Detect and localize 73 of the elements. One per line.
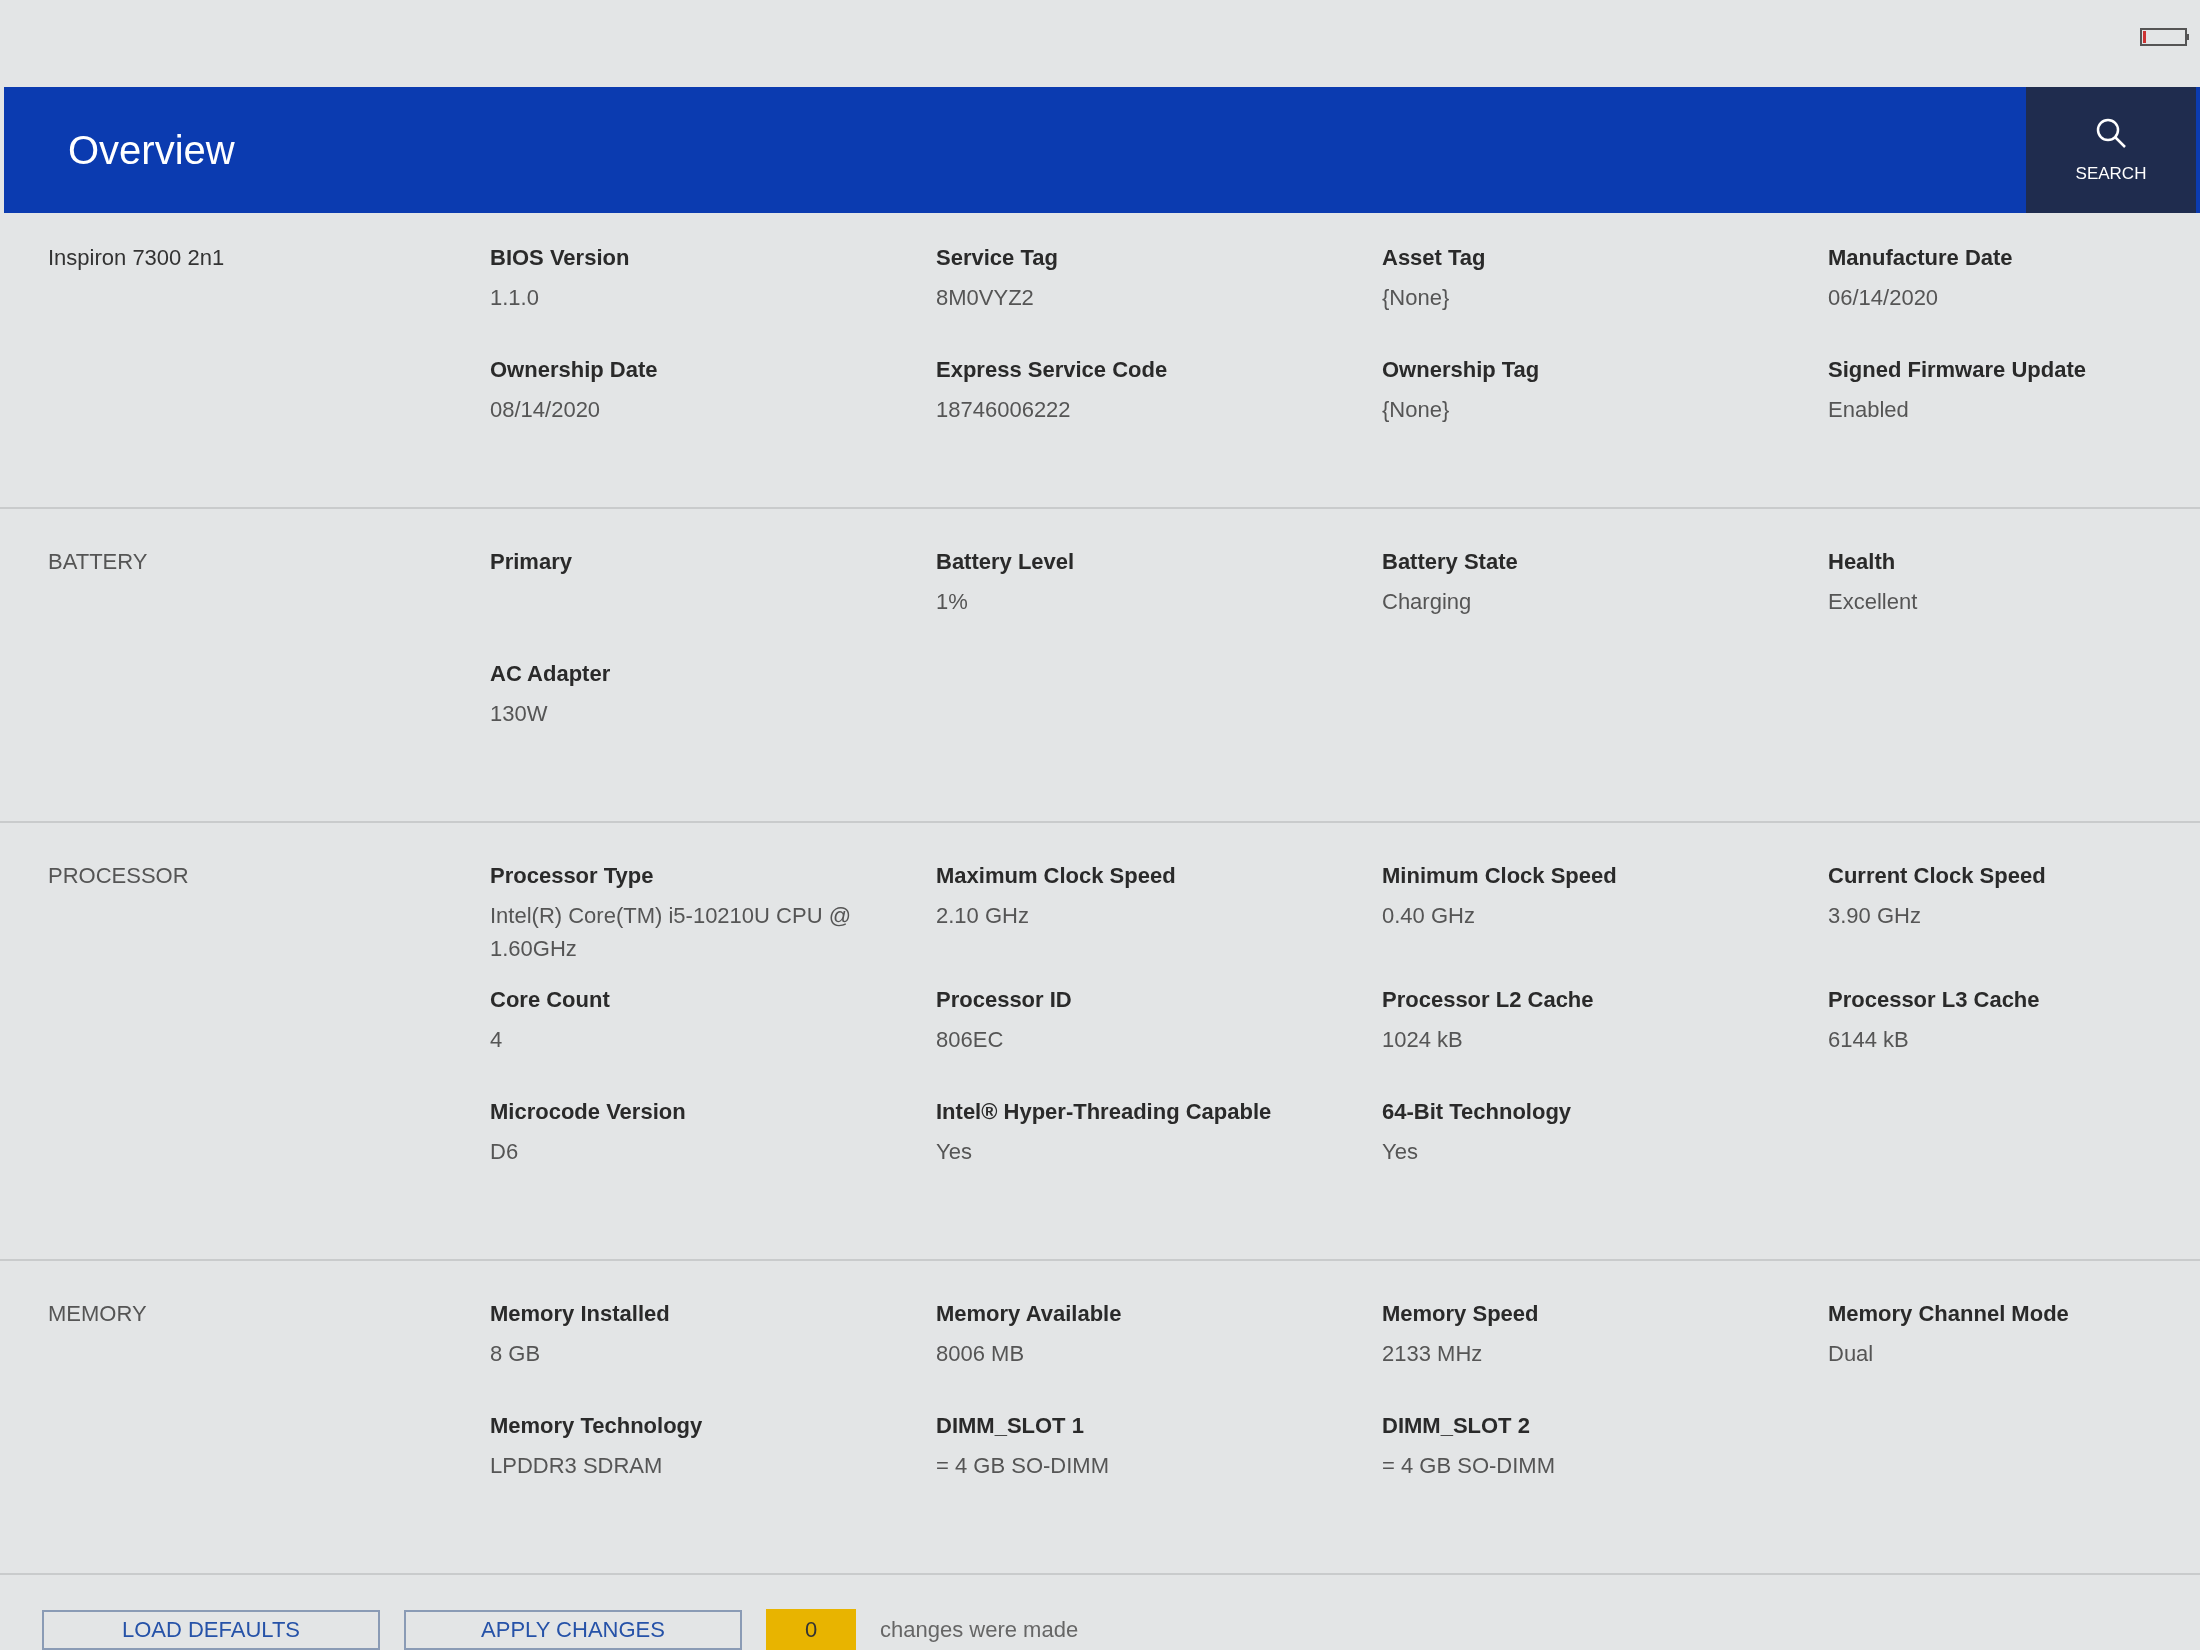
search-icon bbox=[2094, 116, 2128, 150]
field-value: = 4 GB SO-DIMM bbox=[936, 1452, 1110, 1480]
footer-button[interactable]: LOAD DEFAULTS bbox=[42, 1610, 380, 1650]
field-value: 4 bbox=[490, 1026, 504, 1054]
field-value: LPDDR3 SDRAM bbox=[490, 1452, 664, 1480]
field-label: Memory Channel Mode bbox=[1828, 1301, 2070, 1327]
footer-button[interactable]: APPLY CHANGES bbox=[404, 1610, 742, 1650]
field-value: 6144 kB bbox=[1828, 1026, 1910, 1054]
field-label: DIMM_SLOT 2 bbox=[1382, 1413, 1531, 1439]
search-button[interactable]: SEARCH bbox=[2026, 87, 2196, 213]
field-label: Intel® Hyper-Threading Capable bbox=[936, 1099, 1273, 1125]
field-value: Charging bbox=[1382, 588, 1473, 616]
field-value: 8 GB bbox=[490, 1340, 542, 1368]
section-label: MEMORY bbox=[48, 1300, 148, 1328]
field-value: Excellent bbox=[1828, 588, 1919, 616]
field-value: 130W bbox=[490, 700, 549, 728]
field-value: 1.1.0 bbox=[490, 284, 540, 312]
field-label: Memory Technology bbox=[490, 1413, 704, 1439]
field-label: Signed Firmware Update bbox=[1828, 357, 2087, 383]
field-value: {None} bbox=[1382, 396, 1451, 424]
field-value: Yes bbox=[1382, 1138, 1419, 1166]
field-label: 64-Bit Technology bbox=[1382, 1099, 1573, 1125]
field-value: 8M0VYZ2 bbox=[936, 284, 1035, 312]
field-label: Core Count bbox=[490, 987, 611, 1013]
field-value: Dual bbox=[1828, 1340, 1875, 1368]
field-value: 8006 MB bbox=[936, 1340, 1026, 1368]
field-value: 1% bbox=[936, 588, 969, 616]
field-label: Processor L2 Cache bbox=[1382, 987, 1595, 1013]
section-label: Inspiron 7300 2n1 bbox=[48, 244, 226, 272]
field-label: Memory Speed bbox=[1382, 1301, 1540, 1327]
field-label: Microcode Version bbox=[490, 1099, 687, 1125]
field-value: D6 bbox=[490, 1138, 520, 1166]
field-label: DIMM_SLOT 1 bbox=[936, 1413, 1085, 1439]
field-label: Battery Level bbox=[936, 549, 1076, 575]
page-title: Overview bbox=[67, 127, 236, 173]
field-label: Maximum Clock Speed bbox=[936, 863, 1177, 889]
field-label: Asset Tag bbox=[1382, 245, 1487, 271]
field-label: Minimum Clock Speed bbox=[1382, 863, 1618, 889]
field-label: Current Clock Speed bbox=[1828, 863, 2047, 889]
field-label: Processor Type bbox=[490, 863, 655, 889]
field-label: Manufacture Date bbox=[1828, 245, 2014, 271]
field-value: 806EC bbox=[936, 1026, 1005, 1054]
section-label: PROCESSOR bbox=[48, 862, 190, 890]
field-value: Enabled bbox=[1828, 396, 1910, 424]
field-value: {None} bbox=[1382, 284, 1451, 312]
field-label: Health bbox=[1828, 549, 1897, 575]
field-value: 08/14/2020 bbox=[490, 396, 602, 424]
field-label: BIOS Version bbox=[490, 245, 631, 271]
field-value: 2.10 GHz bbox=[936, 902, 1030, 930]
field-value: 2133 MHz bbox=[1382, 1340, 1484, 1368]
field-label: Memory Available bbox=[936, 1301, 1123, 1327]
field-value: = 4 GB SO-DIMM bbox=[1382, 1452, 1556, 1480]
field-value: 1024 kB bbox=[1382, 1026, 1464, 1054]
field-label: Primary bbox=[490, 549, 573, 575]
field-label: AC Adapter bbox=[490, 661, 612, 687]
field-value: 18746006222 bbox=[936, 396, 1072, 424]
field-label: Battery State bbox=[1382, 549, 1519, 575]
field-label: Express Service Code bbox=[936, 357, 1169, 383]
field-value: 0.40 GHz bbox=[1382, 902, 1476, 930]
field-label: Memory Installed bbox=[490, 1301, 671, 1327]
field-label: Processor L3 Cache bbox=[1828, 987, 2041, 1013]
field-value: Intel(R) Core(TM) i5-10210U CPU @ 1.60GHz bbox=[490, 902, 852, 963]
field-label: Ownership Tag bbox=[1382, 357, 1541, 383]
changes-text: changes were made bbox=[880, 1617, 1079, 1643]
field-label: Ownership Date bbox=[490, 357, 659, 383]
field-label: Processor ID bbox=[936, 987, 1073, 1013]
section-label: BATTERY bbox=[48, 548, 149, 576]
field-label: Service Tag bbox=[936, 245, 1059, 271]
field-value: 3.90 GHz bbox=[1828, 902, 1922, 930]
change-count-badge: 0 bbox=[766, 1609, 856, 1650]
battery-icon bbox=[2140, 28, 2190, 46]
field-value: Yes bbox=[936, 1138, 973, 1166]
field-value: 06/14/2020 bbox=[1828, 284, 1940, 312]
